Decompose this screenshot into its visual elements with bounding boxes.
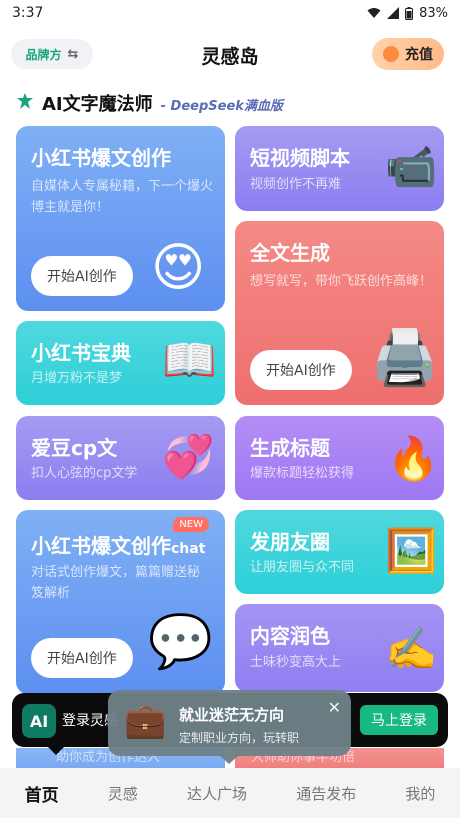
recharge-label: 充值: [405, 47, 433, 63]
popup-title: 就业迷茫无方向: [179, 706, 285, 724]
card-full-text[interactable]: 全文生成 想写就写，带你飞跃创作高峰！ 开始AI创作 🖨️: [235, 221, 444, 405]
fire-icon: 🔥: [387, 434, 440, 483]
card-desc: 土味秒变高大上: [250, 655, 342, 670]
card-desc: 自媒体人专属秘籍，下一个爆火博主就是你！: [31, 179, 214, 215]
tab-creator-plaza[interactable]: 达人广场: [187, 783, 247, 804]
card-title: 小红书宝典: [31, 341, 131, 365]
status-icons: 83%: [367, 6, 448, 21]
card-short-video[interactable]: 短视频脚本 视频创作不再难 📹: [235, 126, 444, 211]
card-title: 小红书爆文创作: [31, 146, 171, 170]
career-popup[interactable]: 💼 就业迷茫无方向 定制职业方向，玩转职 ✕: [108, 690, 351, 764]
briefcase-icon: 💼: [124, 701, 167, 741]
signal-icon: [387, 7, 400, 19]
framed-picture-icon: 🖼️: [385, 526, 438, 575]
card-desc: 爆款标题轻松获得: [250, 466, 355, 481]
card-title: 内容润色: [250, 624, 330, 648]
close-icon[interactable]: ✕: [328, 698, 341, 717]
two-hearts-icon: 💞: [162, 432, 215, 481]
section-header: AI文字魔法师 - DeepSeek满血版: [16, 90, 283, 116]
card-desc: 让朋友圈与众不同: [250, 560, 355, 575]
start-ai-create-button[interactable]: 开始AI创作: [31, 638, 133, 678]
card-xhs-article[interactable]: 小红书爆文创作 自媒体人专属秘籍，下一个爆火博主就是你！ 开始AI创作 😍: [16, 126, 225, 311]
speech-bubble-icon: 💬: [148, 612, 213, 672]
card-desc: 想写就写，带你飞跃创作高峰！: [250, 274, 433, 289]
card-xhs-chat[interactable]: NEW 小红书爆文创作chat 对话式创作爆文，篇篇赠送秘笈解析 开始AI创作 …: [16, 510, 225, 694]
tab-announcements[interactable]: 通告发布: [296, 783, 356, 804]
login-bar-pointer: [48, 747, 64, 755]
card-desc: 月增万粉不是梦: [31, 371, 123, 386]
login-button[interactable]: 马上登录: [360, 705, 438, 735]
card-title: 爱豆cp文: [31, 436, 118, 460]
tab-me[interactable]: 我的: [405, 783, 435, 804]
card-gen-title[interactable]: 生成标题 爆款标题轻松获得 🔥: [235, 416, 444, 500]
recharge-button[interactable]: 充值: [372, 38, 444, 70]
tab-inspiration[interactable]: 灵感: [108, 783, 138, 804]
card-title: 发朋友圈: [250, 530, 330, 554]
printer-icon: 🖨️: [371, 326, 439, 389]
card-xhs-guide[interactable]: 小红书宝典 月增万粉不是梦 📖: [16, 321, 225, 405]
tab-home[interactable]: 首页: [25, 781, 59, 806]
card-desc: 视频创作不再难: [250, 177, 342, 192]
start-ai-create-button[interactable]: 开始AI创作: [31, 256, 133, 296]
card-title-text: 小红书爆文创作: [31, 534, 171, 558]
bottom-tab-bar: 首页 灵感 达人广场 通告发布 我的: [0, 768, 460, 818]
video-camera-icon: 📹: [385, 142, 438, 191]
card-polish[interactable]: 内容润色 土味秒变高大上 ✍️: [235, 604, 444, 692]
card-title: 全文生成: [250, 241, 330, 265]
card-title: 生成标题: [250, 436, 330, 460]
app-header: 品牌方 ⇆ 灵感岛 充值: [0, 36, 460, 72]
card-moments[interactable]: 发朋友圈 让朋友圈与众不同 🖼️: [235, 510, 444, 594]
start-ai-create-button[interactable]: 开始AI创作: [250, 350, 352, 390]
ai-logo-icon: AI: [22, 704, 56, 738]
popup-pointer: [220, 756, 238, 764]
battery-icon: [405, 6, 414, 20]
card-title: 短视频脚本: [250, 146, 350, 170]
card-title: 小红书爆文创作chat: [31, 530, 205, 559]
card-desc: 扣人心弦的cp文学: [31, 466, 138, 481]
section-subtitle: - DeepSeek满血版: [160, 99, 283, 114]
section-title: AI文字魔法师: [42, 94, 153, 115]
status-time: 3:37: [12, 5, 44, 21]
status-bar: 3:37 83%: [0, 0, 460, 26]
popup-subtitle: 定制职业方向，玩转职: [179, 731, 300, 745]
battery-level: 83%: [419, 5, 448, 21]
leaf-icon: [17, 93, 33, 109]
card-title-suffix: chat: [171, 541, 206, 557]
writing-hand-icon: ✍️: [385, 624, 438, 673]
card-idol-cp[interactable]: 爱豆cp文 扣人心弦的cp文学 💞: [16, 416, 225, 500]
wifi-icon: [367, 8, 381, 18]
heart-eyes-icon: 😍: [151, 238, 206, 298]
open-book-icon: 📖: [162, 335, 217, 386]
card-desc: 对话式创作爆文，篇篇赠送秘笈解析: [31, 565, 201, 601]
flame-icon: [383, 46, 399, 62]
